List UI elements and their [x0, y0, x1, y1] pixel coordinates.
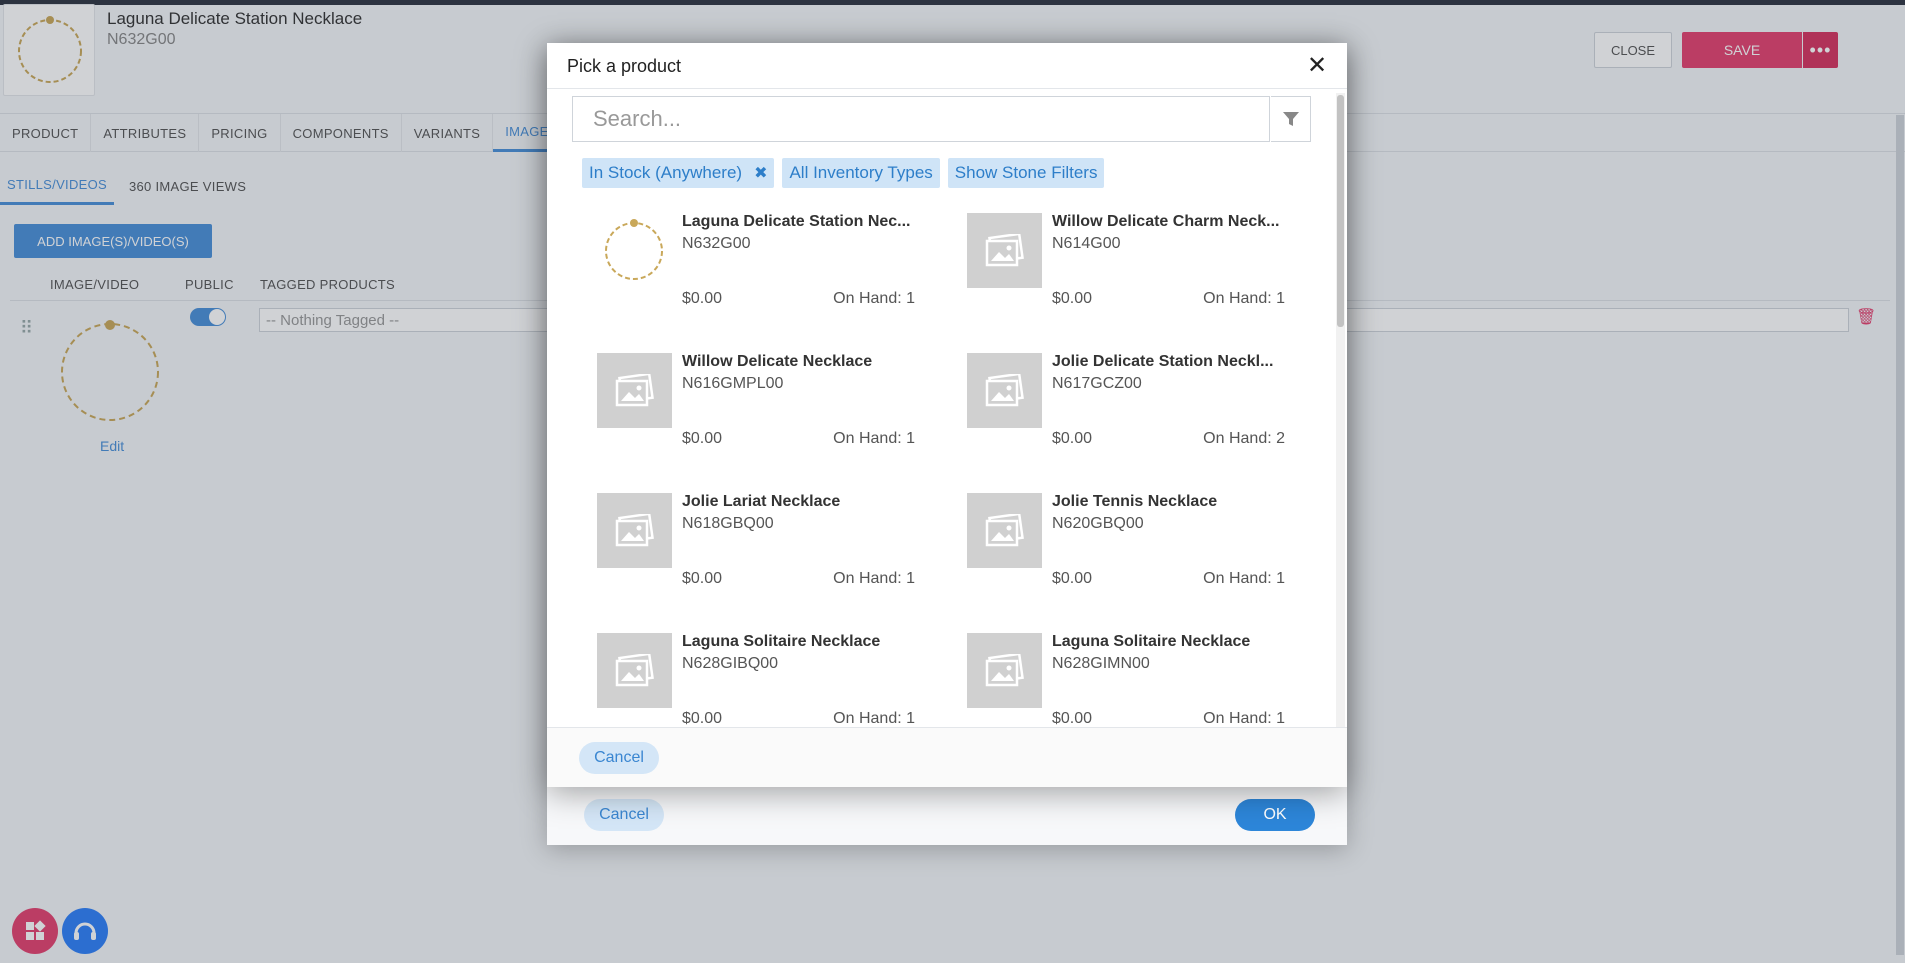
- dialog-scrollbar-thumb[interactable]: [1337, 95, 1344, 327]
- product-on-hand: On Hand: 1: [1203, 710, 1285, 727]
- remove-chip-icon[interactable]: ✖: [754, 163, 767, 183]
- image-placeholder-icon: [967, 493, 1042, 568]
- product-sku: N620GBQ00: [1052, 515, 1144, 532]
- product-name: Laguna Solitaire Necklace: [682, 633, 881, 650]
- dialog-header: Pick a product ✕: [547, 43, 1347, 89]
- product-name: Laguna Delicate Station Nec...: [682, 213, 911, 230]
- image-placeholder-icon: [597, 633, 672, 708]
- product-sku: N617GCZ00: [1052, 375, 1142, 392]
- product-price: $0.00: [682, 430, 723, 447]
- product-name: Willow Delicate Necklace: [682, 353, 873, 370]
- product-name: Jolie Lariat Necklace: [682, 493, 841, 510]
- filter-icon: [1282, 112, 1299, 126]
- image-placeholder-icon: [597, 493, 672, 568]
- filter-button[interactable]: [1271, 96, 1311, 142]
- product-on-hand: On Hand: 1: [1203, 290, 1285, 307]
- search-input[interactable]: Search...: [572, 96, 1270, 142]
- product-on-hand: On Hand: 1: [833, 430, 915, 447]
- dialog-title: Pick a product: [567, 56, 682, 76]
- product-sku: N618GBQ00: [682, 515, 774, 532]
- pick-product-dialog: Pick a product ✕ Search... In Stock (Any…: [547, 43, 1347, 787]
- product-on-hand: On Hand: 2: [1203, 430, 1285, 447]
- underlying-cancel-button[interactable]: Cancel: [584, 799, 664, 831]
- product-name: Laguna Solitaire Necklace: [1052, 633, 1251, 650]
- product-card[interactable]: Jolie Tennis Necklace N620GBQ00 $0.00 On…: [967, 483, 1337, 623]
- dialog-footer: [547, 727, 1347, 787]
- product-on-hand: On Hand: 1: [833, 290, 915, 307]
- product-image: [597, 213, 672, 288]
- product-price: $0.00: [682, 290, 723, 307]
- product-list: Laguna Delicate Station Nec... N632G00 $…: [547, 203, 1337, 773]
- product-name: Jolie Delicate Station Neckl...: [1052, 353, 1274, 370]
- product-name: Jolie Tennis Necklace: [1052, 493, 1218, 510]
- image-placeholder-icon: [967, 213, 1042, 288]
- product-sku: N628GIBQ00: [682, 655, 779, 672]
- underlying-ok-button[interactable]: OK: [1235, 799, 1315, 831]
- product-card[interactable]: Laguna Delicate Station Nec... N632G00 $…: [597, 203, 967, 343]
- product-name: Willow Delicate Charm Neck...: [1052, 213, 1280, 230]
- product-sku: N616GMPL00: [682, 375, 784, 392]
- product-on-hand: On Hand: 1: [833, 710, 915, 727]
- image-placeholder-icon: [597, 353, 672, 428]
- product-price: $0.00: [1052, 290, 1093, 307]
- product-price: $0.00: [1052, 430, 1093, 447]
- image-placeholder-icon: [967, 353, 1042, 428]
- product-price: $0.00: [1052, 710, 1093, 727]
- product-on-hand: On Hand: 1: [1203, 570, 1285, 587]
- filter-chips: In Stock (Anywhere) ✖ All Inventory Type…: [582, 158, 1105, 188]
- product-card[interactable]: Willow Delicate Necklace N616GMPL00 $0.0…: [597, 343, 967, 483]
- product-price: $0.00: [1052, 570, 1093, 587]
- chip-label: In Stock (Anywhere): [589, 163, 743, 182]
- chip-stone-filters[interactable]: Show Stone Filters: [947, 158, 1105, 188]
- close-icon[interactable]: ✕: [1307, 54, 1327, 78]
- image-placeholder-icon: [967, 633, 1042, 708]
- cancel-button[interactable]: Cancel: [579, 742, 659, 774]
- product-card[interactable]: Jolie Delicate Station Neckl... N617GCZ0…: [967, 343, 1337, 483]
- product-on-hand: On Hand: 1: [833, 570, 915, 587]
- chip-inventory-types[interactable]: All Inventory Types: [782, 158, 940, 188]
- product-sku: N632G00: [682, 235, 751, 252]
- product-card[interactable]: Willow Delicate Charm Neck... N614G00 $0…: [967, 203, 1337, 343]
- product-price: $0.00: [682, 570, 723, 587]
- product-sku: N628GIMN00: [1052, 655, 1150, 672]
- product-card[interactable]: Jolie Lariat Necklace N618GBQ00 $0.00 On…: [597, 483, 967, 623]
- product-sku: N614G00: [1052, 235, 1121, 252]
- product-price: $0.00: [682, 710, 723, 727]
- chip-in-stock[interactable]: In Stock (Anywhere) ✖: [582, 158, 775, 188]
